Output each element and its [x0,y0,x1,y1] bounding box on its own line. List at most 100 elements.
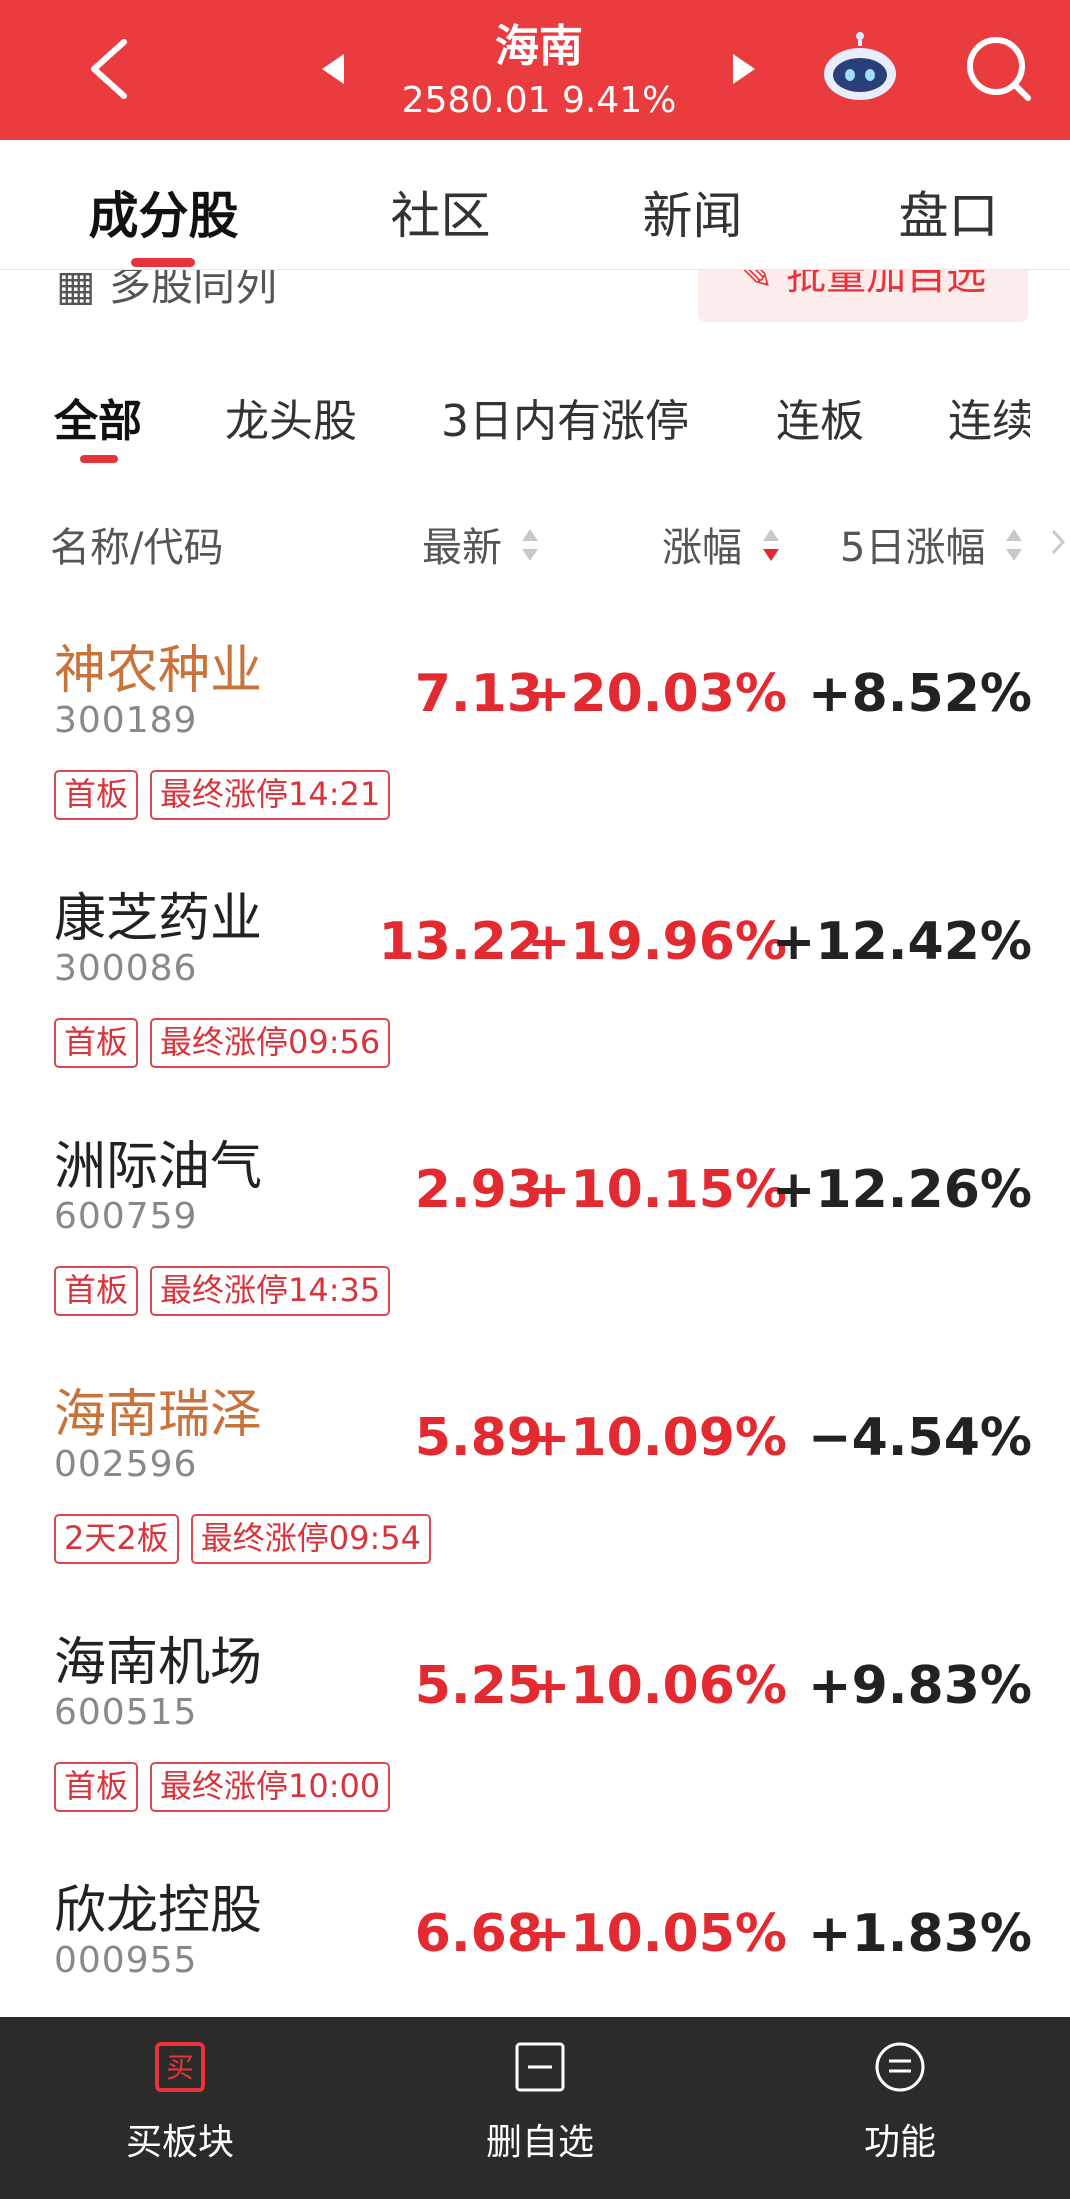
sector-index-quote: 2580.01 9.41% [360,80,718,121]
sort-latest-icon[interactable] [521,525,539,565]
stock-name: 海南瑞泽 [54,1385,263,1445]
stock-price: 13.22 [378,912,543,972]
stock-price: 5.89 [414,1408,543,1468]
stock-row[interactable]: 神农种业 300189 首板 最终涨停14:21 7.13 +20.03% +8.… [0,628,1070,876]
board-count-badge: 2天2板 [54,1514,179,1564]
stock-tags: 首板 最终涨停10:00 [54,1762,402,1812]
list-toolbar: ▦ 多股同列 ✎ 批量加自选 [0,270,1070,330]
stock-code: 000955 [54,1940,198,1981]
stock-change: +10.06% [526,1656,787,1716]
stock-price: 2.93 [414,1160,543,1220]
board-count-badge: 首板 [54,1266,139,1316]
stock-code: 002596 [54,1444,198,1485]
buy-sector-button[interactable]: 买 买板块 [30,2017,330,2199]
back-arrow-icon[interactable] [80,36,140,102]
sector-index-change: 9.41% [561,80,677,121]
stock-change-5d: +1.83% [808,1904,1032,1964]
stock-change: +10.05% [526,1904,787,1964]
stock-change: +20.03% [526,664,787,724]
limit-up-time-badge: 最终涨停14:21 [150,770,391,820]
board-count-badge: 首板 [54,1018,139,1068]
stock-code: 600759 [54,1196,198,1237]
active-filter-indicator [80,455,118,463]
remove-watchlist-button[interactable]: 删自选 [390,2017,690,2199]
stock-price: 6.68 [414,1904,543,1964]
stock-tags: 首板 最终涨停14:35 [54,1266,402,1316]
stock-name: 海南机场 [54,1633,263,1693]
multi-column-view-button[interactable]: ▦ 多股同列 [56,270,277,313]
remove-watchlist-label: 删自选 [485,2122,594,2163]
board-count-badge: 首板 [54,770,139,820]
previous-sector-icon[interactable] [318,52,348,86]
functions-button[interactable]: 功能 [750,2017,1050,2199]
sort-change-5d-icon[interactable] [1005,525,1023,565]
active-tab-indicator [131,258,195,267]
sector-title: 海南 [495,21,583,72]
stock-change-5d: +9.83% [808,1656,1032,1716]
main-tab-bar: 成分股 社区 新闻 盘口 [0,140,1070,270]
search-icon[interactable] [960,30,1036,106]
functions-label: 功能 [863,2122,936,2163]
stock-price: 7.13 [414,664,543,724]
stock-name: 洲际油气 [54,1137,263,1197]
stock-tags: 首板 最终涨停14:21 [54,770,402,820]
table-header: 名称/代码 最新 涨幅 5日涨幅 [0,505,1070,575]
stock-row[interactable]: 海南机场 600515 首板 最终涨停10:00 5.25 +10.06% +9.… [0,1620,1070,1868]
stock-row[interactable]: 欣龙控股 000955 6.68 +10.05% +1.83% [0,1868,1070,2017]
menu-circle-icon [875,2042,925,2092]
stock-code: 300086 [54,948,198,989]
stock-change: +10.15% [526,1160,787,1220]
robot-assistant-icon[interactable] [820,32,900,102]
buy-icon-glyph: 买 [166,2051,194,2084]
stock-tags: 2天2板 最终涨停09:54 [54,1514,443,1564]
limit-up-time-badge: 最终涨停14:35 [150,1266,391,1316]
stock-change-5d: −4.54% [808,1408,1032,1468]
stock-name: 欣龙控股 [54,1881,263,1941]
stock-row[interactable]: 洲际油气 600759 首板 最终涨停14:35 2.93 +10.15% +12… [0,1124,1070,1372]
remove-icon [515,2042,565,2092]
limit-up-time-badge: 最终涨停09:54 [190,1514,431,1564]
stock-price: 5.25 [414,1656,543,1716]
stock-change: +19.96% [526,912,787,972]
stock-change: +10.09% [526,1408,787,1468]
limit-up-time-badge: 最终涨停09:56 [150,1018,391,1068]
column-change[interactable]: 涨幅 [662,515,742,573]
stock-name: 康芝药业 [54,889,263,949]
stock-change-5d: +8.52% [808,664,1032,724]
filter-tab-continuous[interactable]: 连续 [948,385,1030,449]
multi-column-label: 多股同列 [109,270,278,310]
buy-sector-label: 买板块 [125,2122,234,2163]
sort-change-icon[interactable] [762,525,780,565]
stock-code: 300189 [54,700,198,741]
filter-tab-leaders[interactable]: 龙头股 [225,385,357,449]
next-sector-icon[interactable] [729,52,759,86]
buy-icon: 买 [155,2042,205,2092]
tab-community[interactable]: 社区 [378,176,503,248]
board-count-badge: 首板 [54,1762,139,1812]
tab-constituents[interactable]: 成分股 [76,176,251,248]
batch-add-watchlist-button[interactable]: ✎ 批量加自选 [698,270,1028,322]
filter-tab-consecutive-boards[interactable]: 连板 [776,385,864,449]
top-header: 海南 2580.01 9.41% [0,0,1070,140]
tab-order-book[interactable]: 盘口 [886,176,1011,248]
filter-tab-all[interactable]: 全部 [54,385,142,449]
stock-row[interactable]: 康芝药业 300086 首板 最终涨停09:56 13.22 +19.96% +1… [0,876,1070,1124]
bottom-action-bar: 买 买板块 删自选 功能 [0,2017,1070,2199]
grid-icon: ▦ [56,270,110,310]
stock-name: 神农种业 [54,641,263,701]
sector-index-value: 2580.01 [401,80,551,121]
stock-code: 600515 [54,1692,198,1733]
filter-tab-limit-up-3d[interactable]: 3日内有涨停 [441,385,689,449]
filter-tab-bar: 全部 龙头股 3日内有涨停 连板 连续 [0,375,1030,465]
limit-up-time-badge: 最终涨停10:00 [150,1762,391,1812]
stock-change-5d: +12.26% [771,1160,1032,1220]
column-change-5d[interactable]: 5日涨幅 [840,515,985,573]
stock-tags: 首板 最终涨停09:56 [54,1018,402,1068]
edit-icon: ✎ [739,270,787,299]
stock-row[interactable]: 海南瑞泽 002596 2天2板 最终涨停09:54 5.89 +10.09% −… [0,1372,1070,1620]
column-name-code: 名称/代码 [50,525,224,571]
scroll-right-icon[interactable] [1050,527,1066,557]
tab-news[interactable]: 新闻 [630,176,755,248]
stock-change-5d: +12.42% [771,912,1032,972]
column-latest[interactable]: 最新 [422,515,502,573]
